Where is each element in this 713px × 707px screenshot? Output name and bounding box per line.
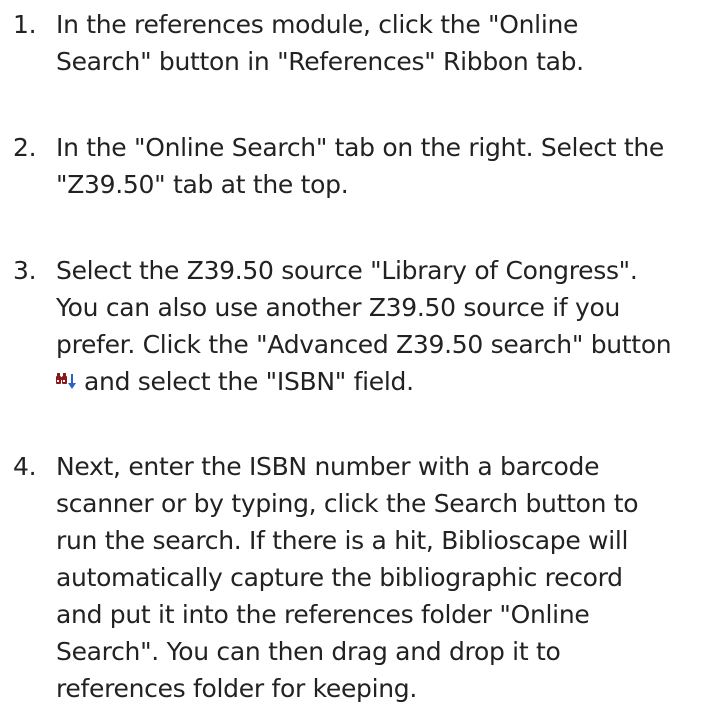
step-line: scanner or by typing, click the Search b… [56,489,639,518]
step-text: In the "Online Search" tab on the right.… [56,129,664,203]
step-line: Next, enter the ISBN number with a barco… [56,452,600,481]
step-text: Next, enter the ISBN number with a barco… [56,448,639,707]
step-line: In the references module, click the "Onl… [56,10,579,39]
step-line: run the search. If there is a hit, Bibli… [56,526,629,555]
instruction-steps: 1. In the references module, click the "… [0,0,713,703]
step-line-with-icon: and select the "ISBN" field. [56,363,671,400]
step-line: In the "Online Search" tab on the right.… [56,133,664,162]
step-number: 1. [13,10,37,39]
step-number: 2. [13,133,37,162]
step-text: In the references module, click the "Onl… [56,6,584,80]
step-line: Select the Z39.50 source "Library of Con… [56,256,638,285]
step-number: 3. [13,256,37,285]
step-line: prefer. Click the "Advanced Z39.50 searc… [56,330,672,359]
step-line: Search" button in "References" Ribbon ta… [56,47,584,76]
step-line: references folder for keeping. [56,674,418,703]
step-number: 4. [13,452,37,481]
step-line-text: and select the "ISBN" field. [84,367,414,396]
binoculars-dropdown-icon [56,370,78,392]
step-line: automatically capture the bibliographic … [56,563,623,592]
step-line: "Z39.50" tab at the top. [56,170,349,199]
step-line: and put it into the references folder "O… [56,600,590,629]
step-line: You can also use another Z39.50 source i… [56,293,621,322]
step-line: Search". You can then drag and drop it t… [56,637,561,666]
step-text: Select the Z39.50 source "Library of Con… [56,252,672,400]
